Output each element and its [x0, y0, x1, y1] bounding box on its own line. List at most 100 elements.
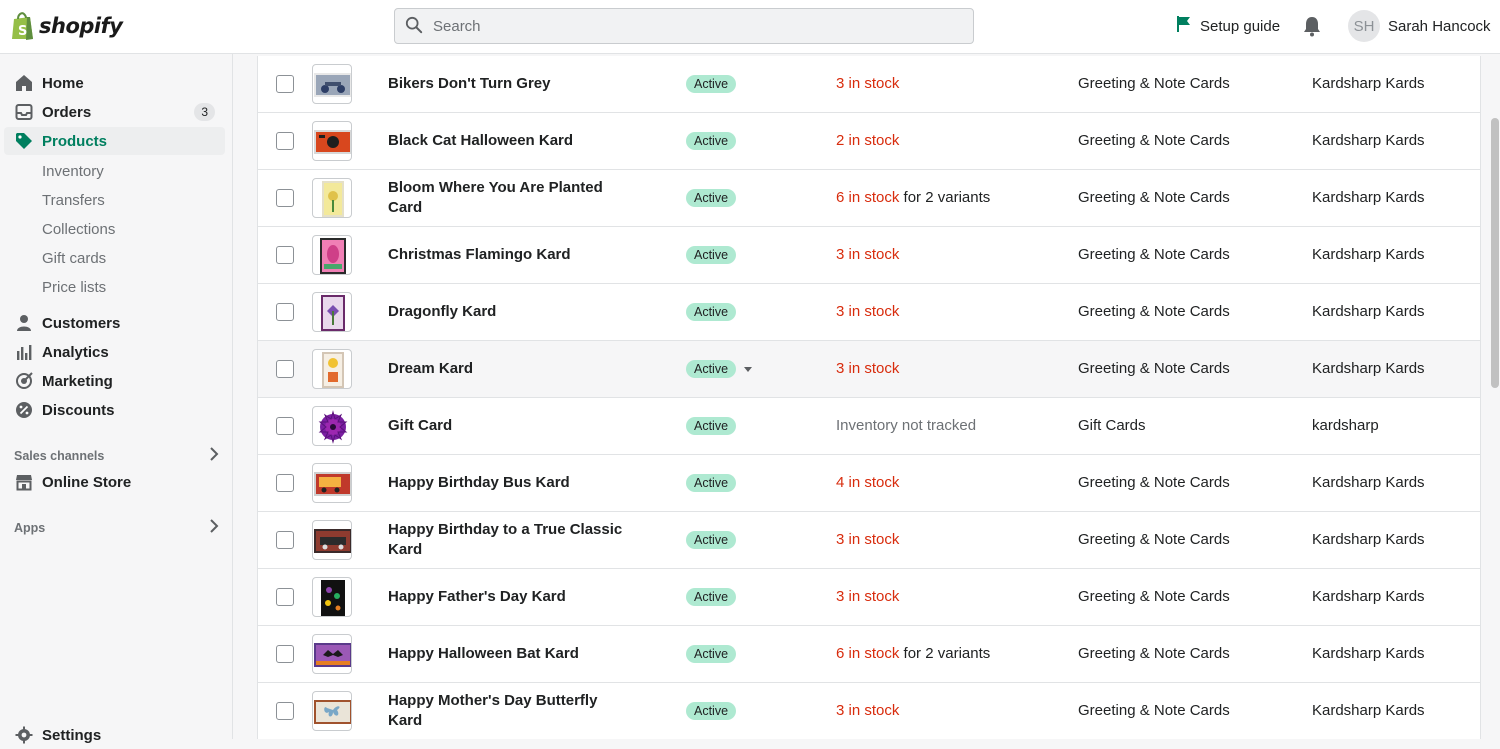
row-checkbox[interactable]: [276, 588, 294, 606]
inventory-cell: 2 in stock: [836, 132, 899, 149]
table-row[interactable]: Gift Card Active Inventory not tracked G…: [258, 398, 1480, 455]
sidebar-item-collections[interactable]: Collections: [42, 221, 115, 238]
inventory-cell: 3 in stock: [836, 702, 899, 719]
product-name[interactable]: Christmas Flamingo Kard: [388, 245, 628, 265]
product-name[interactable]: Happy Birthday Bus Kard: [388, 473, 628, 493]
sidebar-item-products[interactable]: Products: [4, 127, 225, 155]
product-name[interactable]: Happy Halloween Bat Kard: [388, 644, 628, 664]
search-input[interactable]: [433, 17, 933, 35]
sidebar-item-label: Products: [42, 132, 108, 150]
page-scrollbar[interactable]: [1491, 118, 1499, 388]
products-table: Bikers Don't Turn Grey Active 3 in stock…: [257, 56, 1481, 739]
inventory-cell: Inventory not tracked: [836, 417, 976, 434]
sales-channels-header[interactable]: Sales channels: [14, 447, 219, 464]
apps-header[interactable]: Apps: [14, 519, 219, 536]
sidebar-item-label: Customers: [42, 314, 121, 332]
product-thumbnail[interactable]: [312, 520, 352, 560]
sidebar-item-analytics[interactable]: Analytics: [4, 338, 225, 366]
table-row[interactable]: Happy Father's Day Kard Active 3 in stoc…: [258, 569, 1480, 626]
chevron-right-icon: [209, 447, 219, 464]
row-checkbox[interactable]: [276, 246, 294, 264]
sidebar: Home Orders 3 Products Inventory Transfe…: [0, 54, 233, 744]
sidebar-item-marketing[interactable]: Marketing: [4, 367, 225, 395]
table-row[interactable]: Dragonfly Kard Active 3 in stock Greetin…: [258, 284, 1480, 341]
table-row[interactable]: Bikers Don't Turn Grey Active 3 in stock…: [258, 56, 1480, 113]
product-type: Greeting & Note Cards: [1078, 75, 1230, 92]
product-name[interactable]: Dream Kard: [388, 359, 628, 379]
stock-count: 3 in stock: [836, 702, 900, 719]
product-thumbnail[interactable]: [312, 64, 352, 104]
target-icon: [14, 371, 34, 391]
sidebar-item-inventory[interactable]: Inventory: [42, 163, 104, 180]
product-name[interactable]: Bloom Where You Are Planted Card: [388, 178, 628, 218]
product-thumbnail[interactable]: [312, 463, 352, 503]
row-checkbox[interactable]: [276, 645, 294, 663]
row-checkbox[interactable]: [276, 303, 294, 321]
sidebar-item-label: Analytics: [42, 343, 109, 361]
sidebar-item-price-lists[interactable]: Price lists: [42, 279, 106, 296]
row-checkbox[interactable]: [276, 474, 294, 492]
sidebar-item-home[interactable]: Home: [4, 69, 225, 97]
table-row[interactable]: Dream Kard Active 3 in stock Greeting & …: [258, 341, 1480, 398]
status-dropdown-caret-icon[interactable]: [744, 367, 752, 372]
status-badge: Active: [686, 303, 737, 321]
table-row[interactable]: Happy Mother's Day Butterfly Kard Active…: [258, 683, 1480, 739]
product-thumbnail[interactable]: [312, 406, 352, 446]
notifications-bell-icon[interactable]: [1302, 15, 1322, 40]
row-checkbox[interactable]: [276, 132, 294, 150]
product-name[interactable]: Black Cat Halloween Kard: [388, 131, 628, 151]
product-thumbnail[interactable]: [312, 235, 352, 275]
sidebar-item-label: Orders: [42, 103, 92, 121]
bar-chart-icon: [14, 342, 34, 362]
product-thumbnail[interactable]: [312, 691, 352, 731]
shopify-logo[interactable]: S shopify: [10, 11, 123, 41]
vendor: kardsharp: [1312, 417, 1379, 434]
product-name[interactable]: Happy Birthday to a True Classic Kard: [388, 520, 628, 560]
table-row[interactable]: Happy Birthday to a True Classic Kard Ac…: [258, 512, 1480, 569]
product-type: Greeting & Note Cards: [1078, 189, 1230, 206]
product-thumbnail[interactable]: [312, 349, 352, 389]
product-name[interactable]: Bikers Don't Turn Grey: [388, 74, 628, 94]
status-badge: Active: [686, 588, 737, 606]
stock-count: 3 in stock: [836, 531, 900, 548]
inventory-cell: 3 in stock: [836, 360, 899, 377]
sidebar-item-gift-cards[interactable]: Gift cards: [42, 250, 106, 267]
product-name[interactable]: Happy Father's Day Kard: [388, 587, 628, 607]
vendor: Kardsharp Kards: [1312, 702, 1425, 719]
product-name[interactable]: Happy Mother's Day Butterfly Kard: [388, 691, 628, 731]
inventory-cell: 4 in stock: [836, 474, 899, 491]
product-thumbnail[interactable]: [312, 634, 352, 674]
table-row[interactable]: Happy Birthday Bus Kard Active 4 in stoc…: [258, 455, 1480, 512]
status-badge[interactable]: Active: [686, 360, 737, 378]
row-checkbox[interactable]: [276, 75, 294, 93]
table-row[interactable]: Christmas Flamingo Kard Active 3 in stoc…: [258, 227, 1480, 284]
stock-count: 3 in stock: [836, 588, 900, 605]
sidebar-item-customers[interactable]: Customers: [4, 309, 225, 337]
row-checkbox[interactable]: [276, 189, 294, 207]
inventory-cell: 6 in stock for 2 variants: [836, 645, 990, 662]
sidebar-item-discounts[interactable]: Discounts: [4, 396, 225, 424]
row-checkbox[interactable]: [276, 702, 294, 720]
row-checkbox[interactable]: [276, 531, 294, 549]
setup-guide-button[interactable]: Setup guide: [1176, 15, 1280, 37]
sidebar-item-transfers[interactable]: Transfers: [42, 192, 105, 209]
product-thumbnail[interactable]: [312, 121, 352, 161]
search-bar[interactable]: [394, 8, 974, 44]
row-checkbox[interactable]: [276, 360, 294, 378]
user-menu[interactable]: SH Sarah Hancock: [1348, 10, 1491, 42]
product-thumbnail[interactable]: [312, 577, 352, 617]
setup-guide-label: Setup guide: [1200, 17, 1281, 35]
table-row[interactable]: Black Cat Halloween Kard Active 2 in sto…: [258, 113, 1480, 170]
row-checkbox[interactable]: [276, 417, 294, 435]
table-row[interactable]: Bloom Where You Are Planted Card Active …: [258, 170, 1480, 227]
product-name[interactable]: Dragonfly Kard: [388, 302, 628, 322]
product-thumbnail[interactable]: [312, 292, 352, 332]
product-name[interactable]: Gift Card: [388, 416, 628, 436]
sidebar-item-orders[interactable]: Orders 3: [4, 98, 225, 126]
product-thumbnail[interactable]: [312, 178, 352, 218]
inventory-cell: 6 in stock for 2 variants: [836, 189, 990, 206]
table-row[interactable]: Happy Halloween Bat Kard Active 6 in sto…: [258, 626, 1480, 683]
sidebar-item-settings[interactable]: Settings: [4, 721, 225, 749]
sidebar-item-online-store[interactable]: Online Store: [4, 468, 225, 496]
vendor: Kardsharp Kards: [1312, 645, 1425, 662]
